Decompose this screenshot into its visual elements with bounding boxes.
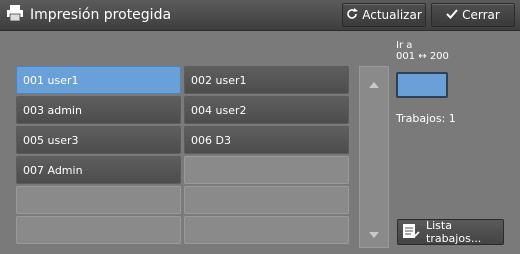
jobs-count: Trabajos: 1 [396,112,456,125]
list-item-user-004[interactable]: 004 user2 [184,96,349,124]
list-scrollbar[interactable] [359,66,389,248]
list-item-label: 007 Admin [23,163,83,177]
scroll-down-button[interactable] [360,218,388,246]
printer-icon [6,5,30,25]
list-item-label: 005 user3 [23,133,79,147]
scroll-up-button[interactable] [360,68,388,96]
close-button[interactable]: Cerrar [431,3,515,27]
list-item-empty [184,156,349,184]
list-item-empty [16,216,181,244]
list-item-empty [184,186,349,214]
list-item-empty [184,216,349,244]
list-item-user-001[interactable]: 001 user1 [16,66,181,94]
job-list-icon [402,222,426,243]
list-item-label: 001 user1 [23,73,79,87]
close-label: Cerrar [462,8,500,22]
refresh-button[interactable]: Actualizar [342,3,426,27]
page-title: Impresión protegida [6,5,171,25]
list-item-user-002[interactable]: 002 user1 [184,66,349,94]
arrow-up-icon [369,73,379,92]
list-item-label: 004 user2 [191,103,247,117]
goto-panel: Ir a 001 ↔ 200 Trabajos: 1 [396,40,512,125]
check-icon [446,8,462,23]
refresh-label: Actualizar [362,8,422,22]
goto-button[interactable] [396,72,448,98]
list-item-user-005[interactable]: 005 user3 [16,126,181,154]
arrow-down-icon [369,223,379,242]
list-item-label: 003 admin [23,103,82,117]
list-item-empty [16,186,181,214]
list-item-label: 006 D3 [191,133,231,147]
job-list-label: Lista trabajos... [426,219,482,245]
goto-range: 001 ↔ 200 [396,51,449,62]
job-list-button[interactable]: Lista trabajos... [397,219,504,245]
title-bar: Impresión protegida Actualizar Cerrar [0,0,520,31]
list-item-user-003[interactable]: 003 admin [16,96,181,124]
goto-label: Ir a [396,40,413,51]
list-item-user-007[interactable]: 007 Admin [16,156,181,184]
refresh-icon [346,7,362,23]
title-text: Impresión protegida [30,7,172,23]
list-item-label: 002 user1 [191,73,247,87]
list-item-user-006[interactable]: 006 D3 [184,126,349,154]
